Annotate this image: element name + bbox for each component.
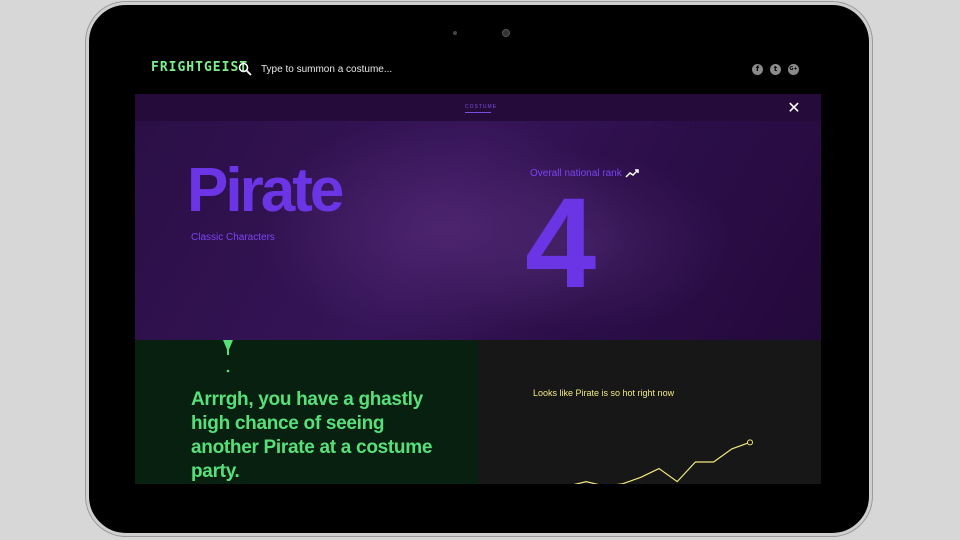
trend-line [573, 441, 751, 484]
trend-chart-panel: Looks like Pirate is so hot right now [478, 340, 821, 484]
trend-chart [573, 439, 753, 484]
chance-panel: Arrrgh, you have a ghastly high chance o… [135, 340, 478, 484]
ghost-drip-icon [223, 340, 233, 373]
chance-tagline: Arrrgh, you have a ghastly high chance o… [191, 389, 433, 482]
trend-point [747, 439, 753, 446]
frightgeist-logo[interactable]: FRIGHTGEIST [151, 60, 248, 75]
panel-header: COSTUME ✕ [135, 94, 821, 121]
rank-value: 4 [525, 172, 597, 315]
costume-detail-panel: COSTUME ✕ Pirate Classic Characters Over… [135, 94, 821, 340]
close-button[interactable]: ✕ [787, 100, 801, 116]
tab-costume[interactable]: COSTUME [465, 104, 496, 113]
costume-title: Pirate [187, 156, 344, 225]
facebook-icon[interactable]: f [752, 64, 763, 75]
trending-up-icon [625, 169, 639, 178]
search-icon[interactable] [238, 62, 252, 76]
costume-category[interactable]: Classic Characters [191, 232, 275, 243]
app-screen: FRIGHTGEIST f t G+ COSTUME ✕ Pirate Clas… [135, 44, 821, 484]
sensor-dot [453, 31, 457, 35]
twitter-icon[interactable]: t [770, 64, 781, 75]
top-bar: FRIGHTGEIST f t G+ [135, 44, 821, 94]
google-plus-icon[interactable]: G+ [788, 64, 799, 75]
front-camera [502, 29, 510, 37]
costume-search-input[interactable] [261, 59, 501, 79]
